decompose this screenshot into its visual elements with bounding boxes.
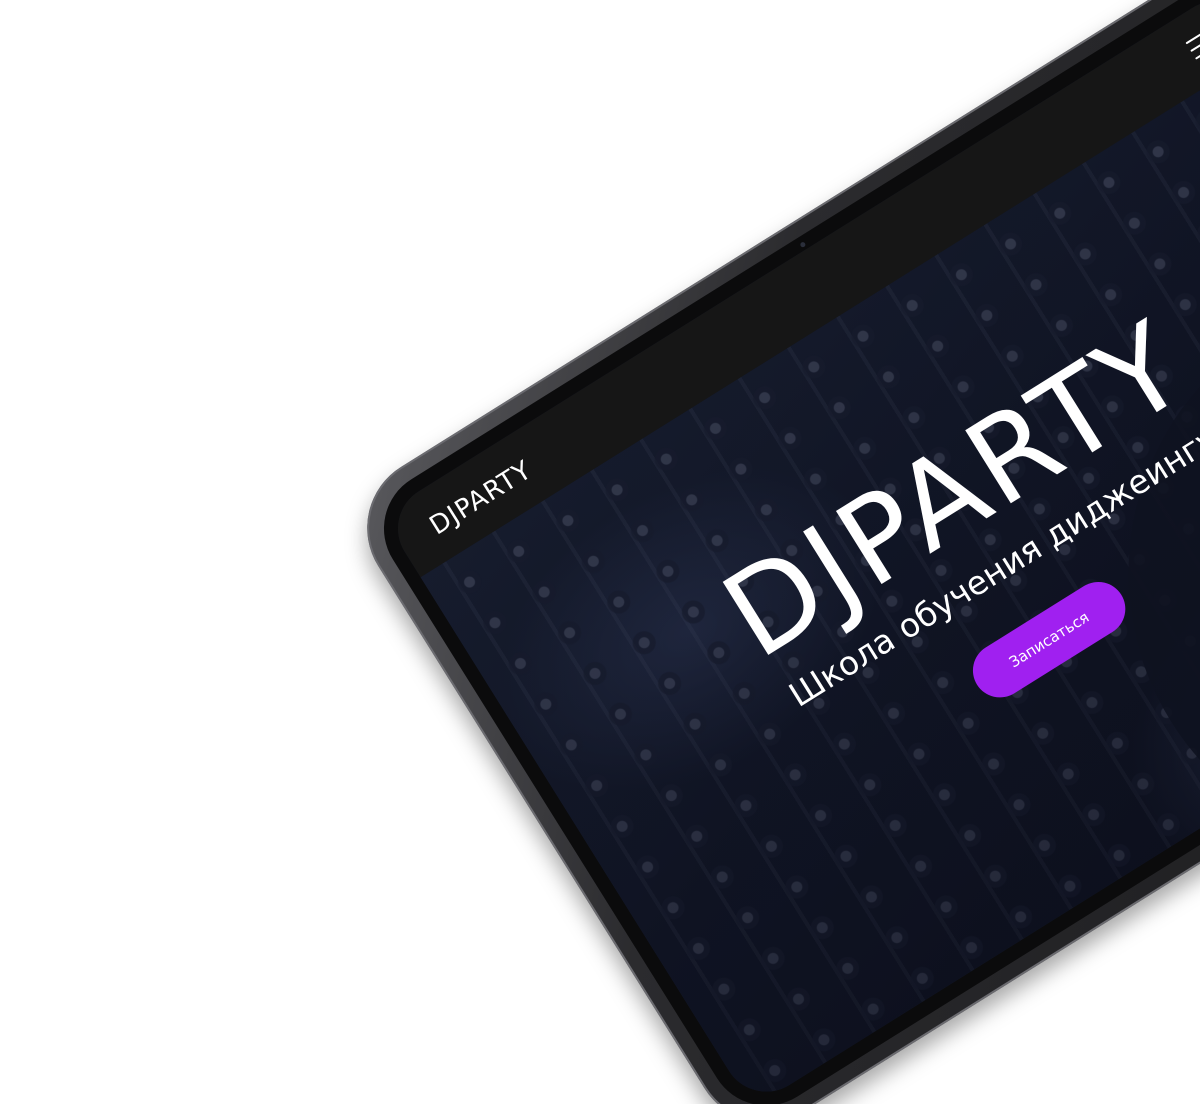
hamburger-menu-icon[interactable] bbox=[1183, 21, 1200, 63]
menu-line bbox=[1185, 24, 1200, 45]
hero-section: DJPARTY Школа обучения диджеингу Записат… bbox=[420, 47, 1200, 1104]
tablet-screen: DJPARTY DJPARTY Школа обучения диджеингу… bbox=[381, 0, 1200, 1104]
tablet-device: DJPARTY DJPARTY Школа обучения диджеингу… bbox=[340, 0, 1200, 1104]
camera-icon bbox=[799, 241, 807, 249]
menu-line bbox=[1195, 39, 1200, 60]
mockup-scene: DJPARTY DJPARTY Школа обучения диджеингу… bbox=[0, 0, 1200, 1104]
